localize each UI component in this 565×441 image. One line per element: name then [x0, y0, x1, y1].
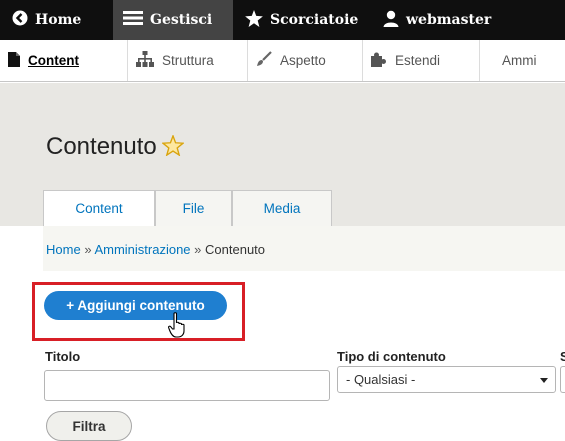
puzzle-icon — [371, 51, 387, 70]
paintbrush-icon — [256, 51, 272, 70]
tab-content[interactable]: Content — [43, 190, 155, 226]
toolbar-manage-label: Gestisci — [150, 12, 213, 28]
shortcut-star-icon[interactable] — [161, 133, 185, 162]
tray-item-content-label: Content — [28, 53, 79, 68]
tab-file[interactable]: File — [155, 190, 232, 226]
content-type-select[interactable]: - Qualsiasi - — [337, 366, 556, 393]
tray-item-appearance[interactable]: Aspetto — [248, 40, 363, 81]
toolbar-shortcuts[interactable]: Scorciatoie — [233, 0, 373, 40]
breadcrumb-home[interactable]: Home — [46, 242, 81, 257]
filter-button[interactable]: Filtra — [46, 411, 132, 441]
status-filter-label: S — [560, 349, 565, 364]
toolbar-manage[interactable]: Gestisci — [113, 0, 233, 40]
toolbar-home-label: Home — [35, 12, 82, 28]
toolbar-user[interactable]: webmaster — [373, 0, 491, 40]
star-icon — [245, 9, 263, 31]
page-title: Contenuto — [46, 133, 157, 160]
title-filter-label: Titolo — [45, 349, 81, 364]
tray-item-structure-label: Struttura — [162, 53, 214, 68]
toolbar-user-label: webmaster — [406, 12, 492, 28]
breadcrumb-separator: » — [84, 242, 92, 257]
home-circle-icon — [12, 10, 28, 30]
tray-item-admin[interactable]: Ammi — [480, 40, 537, 81]
tray-item-structure[interactable]: Struttura — [128, 40, 248, 81]
toolbar-tray: Content Struttura Aspetto Estendi Ammi — [0, 40, 565, 82]
type-filter-label: Tipo di contenuto — [337, 349, 446, 364]
user-icon — [383, 10, 399, 31]
page-header: Contenuto Content File Media — [0, 83, 565, 226]
toolbar-shortcuts-label: Scorciatoie — [270, 12, 359, 28]
toolbar-home[interactable]: Home — [0, 0, 113, 40]
breadcrumb-current: Contenuto — [205, 242, 266, 257]
tray-item-admin-label: Ammi — [502, 53, 537, 68]
chevron-down-icon — [540, 378, 548, 383]
menu-icon — [123, 10, 143, 30]
structure-icon — [136, 51, 154, 70]
tray-item-extend[interactable]: Estendi — [363, 40, 480, 81]
breadcrumb: Home » Amministrazione » Contenuto — [46, 242, 265, 257]
add-content-button[interactable]: + Aggiungi contenuto — [44, 291, 227, 320]
breadcrumb-admin[interactable]: Amministrazione — [94, 242, 190, 257]
tray-item-content[interactable]: Content — [0, 40, 128, 81]
tray-item-appearance-label: Aspetto — [280, 53, 326, 68]
primary-tabs: Content File Media — [43, 190, 332, 226]
status-select[interactable] — [560, 366, 565, 393]
tray-item-extend-label: Estendi — [395, 53, 441, 68]
title-filter-input[interactable] — [44, 370, 330, 401]
breadcrumb-region: Home » Amministrazione » Contenuto — [0, 226, 565, 271]
content-file-icon — [8, 51, 20, 70]
tab-media[interactable]: Media — [232, 190, 332, 226]
admin-toolbar: Home Gestisci Scorciatoie webmaster — [0, 0, 565, 40]
hand-cursor-icon — [168, 312, 188, 338]
breadcrumb-separator: » — [194, 242, 202, 257]
content-type-select-value: - Qualsiasi - — [346, 372, 416, 387]
